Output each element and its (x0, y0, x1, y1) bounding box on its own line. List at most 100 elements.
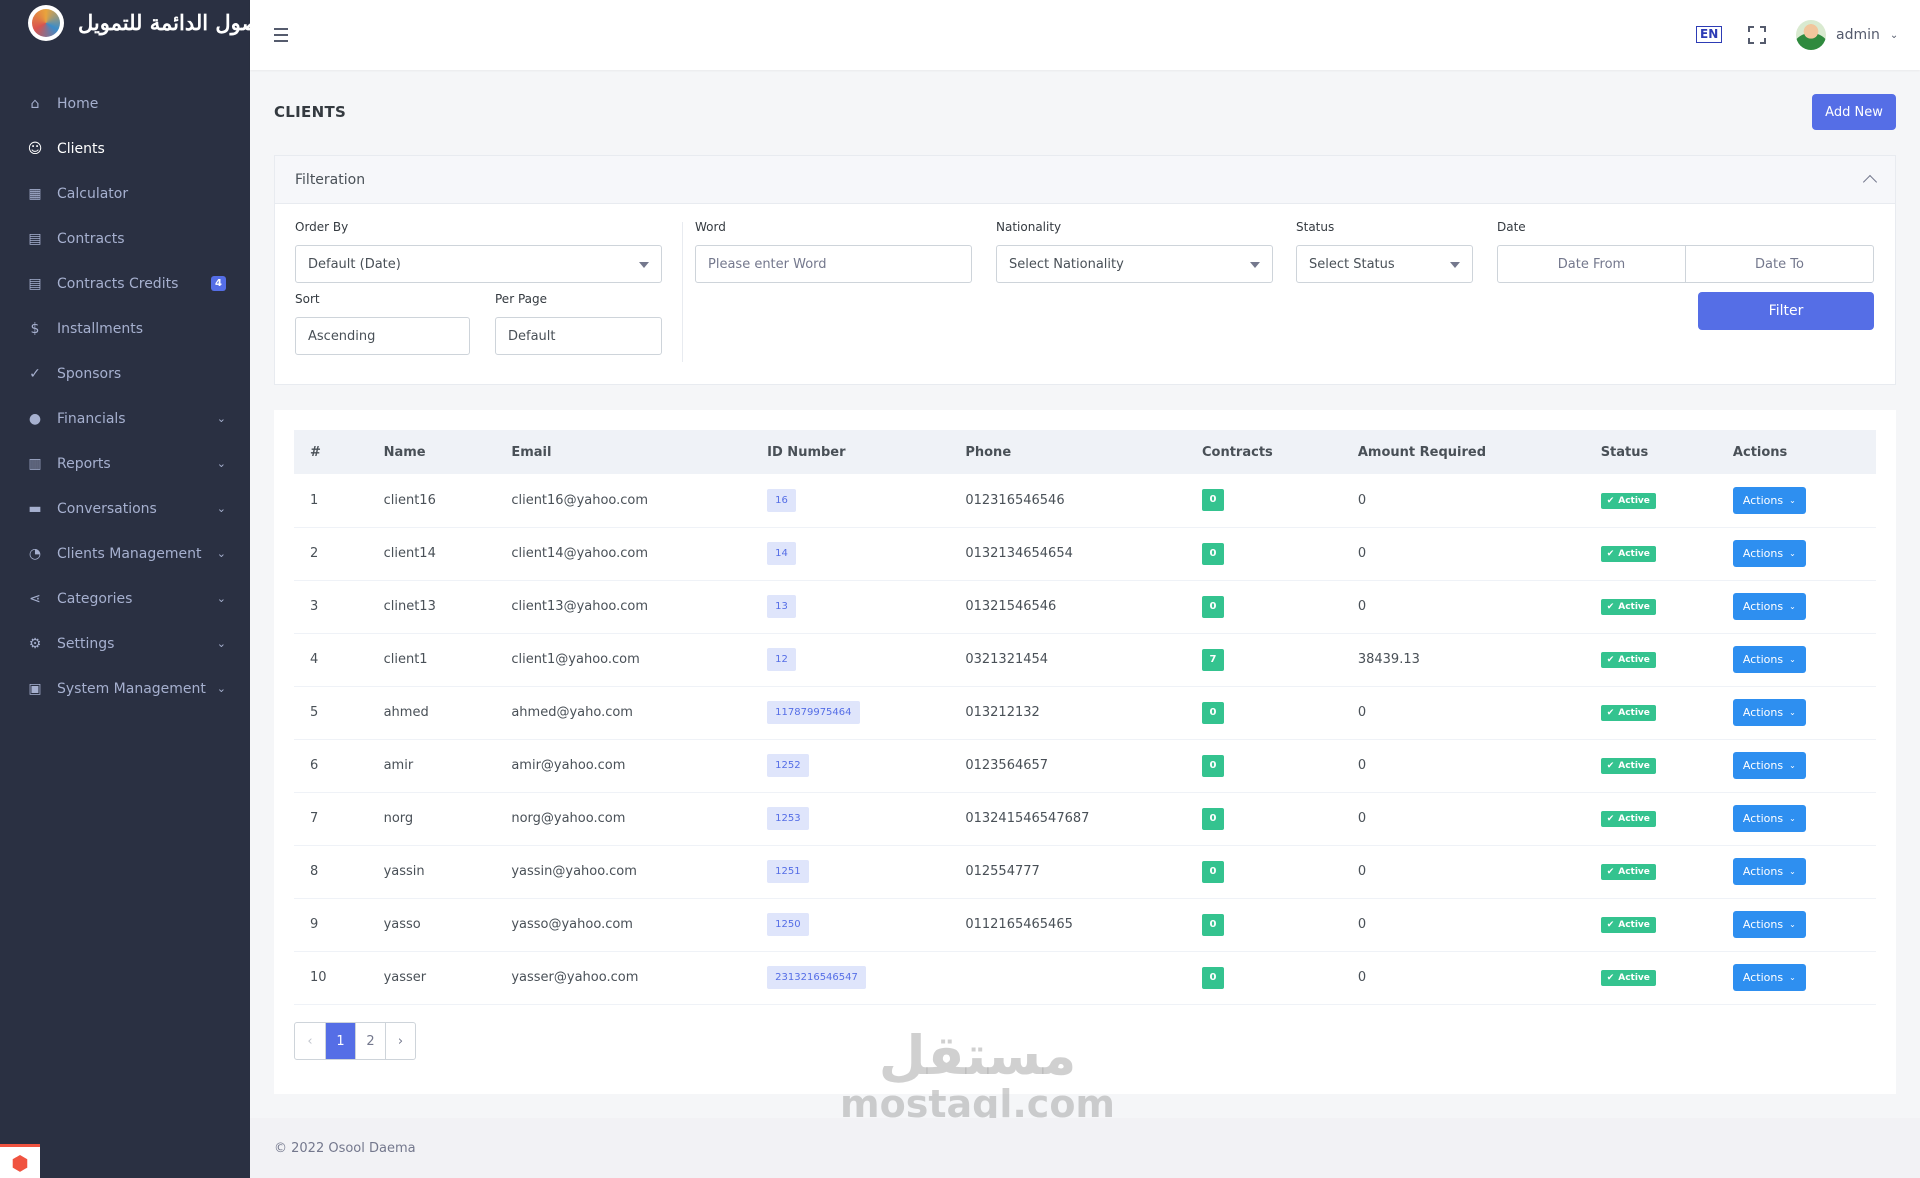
menu-toggle-icon[interactable] (268, 22, 294, 48)
pagination-prev-button[interactable]: ‹ (295, 1023, 325, 1059)
column-header: # (310, 444, 321, 460)
status-badge: ✔ Active (1600, 970, 1656, 986)
footer-text: © 2022 Osool Daema (274, 1140, 416, 1156)
actions-dropdown-button[interactable]: Actions ⌄ (1732, 699, 1806, 726)
actions-dropdown-button[interactable]: Actions ⌄ (1732, 911, 1806, 938)
sidebar-item-sponsors[interactable]: ✓ Sponsors (0, 351, 250, 396)
status-badge: ✔ Active (1600, 492, 1656, 509)
chevron-down-icon: ⌄ (216, 682, 226, 695)
clients-table-card: # Name Email ID Number Phone Contracts Amount … (274, 410, 1896, 1094)
pagination-page-button[interactable]: 1 (325, 1023, 355, 1059)
id-number-badge: 1252 (767, 754, 809, 777)
sidebar-item-contracts[interactable]: ▤ Contracts (0, 216, 250, 261)
sidebar-item-reports[interactable]: ▥ Reports ⌄ (0, 441, 250, 486)
sidebar-item-calculator[interactable]: ▦ Calculator (0, 171, 250, 216)
contracts-count-badge: 0 (1201, 754, 1224, 777)
chevron-up-icon[interactable] (1862, 174, 1878, 190)
status-value: Select Status (1309, 256, 1395, 272)
actions-dropdown-button[interactable]: Actions ⌄ (1732, 540, 1806, 567)
sidebar-item-categories[interactable]: ⋖ Categories ⌄ (0, 576, 250, 621)
actions-cell: Actions ⌄ (1717, 686, 1876, 739)
brand[interactable]: الاصول الدائمة للتمويل (0, 0, 277, 45)
sidebar-item-label: Conversations (57, 500, 157, 517)
sidebar-nav: ⌂ Home ☺ Clients ▦ Calculator ▤ Contracts ▤ Contr… (0, 81, 250, 711)
client-name: amir (383, 758, 414, 773)
sidebar-item-contracts-credits[interactable]: ▤ Contracts Credits 4 (0, 261, 250, 306)
filter-header[interactable]: Filteration (275, 156, 1895, 204)
status-text: Active (1618, 655, 1650, 665)
double-check-icon: ✔ (1606, 495, 1615, 506)
language-switcher[interactable]: EN (1696, 26, 1723, 43)
column-header: Email (511, 444, 552, 460)
status-label: Status (1296, 220, 1335, 234)
sidebar-item-settings[interactable]: ⚙ Settings ⌄ (0, 621, 250, 666)
actions-dropdown-button[interactable]: Actions ⌄ (1732, 646, 1806, 673)
id-number-badge: 16 (767, 488, 796, 512)
fullscreen-icon[interactable] (1748, 26, 1766, 44)
word-input[interactable]: Please enter Word (695, 245, 972, 283)
status-select[interactable]: Select Status (1296, 245, 1473, 283)
page-title: CLIENTS (274, 103, 347, 121)
date-to-input[interactable]: Date To (1685, 246, 1873, 282)
actions-dropdown-button[interactable]: Actions ⌄ (1732, 752, 1806, 779)
sidebar-item-clients-management[interactable]: ◔ Clients Management ⌄ (0, 531, 250, 576)
client-name: norg (383, 811, 414, 826)
sidebar-item-clients[interactable]: ☺ Clients (0, 126, 250, 171)
filter-card: Filteration Order By Default (Date) Sort… (274, 155, 1896, 385)
chevron-down-icon: ⌄ (1889, 29, 1899, 41)
filter-button[interactable]: Filter (1698, 292, 1874, 330)
actions-cell: Actions ⌄ (1717, 580, 1876, 633)
actions-dropdown-button[interactable]: Actions ⌄ (1732, 858, 1806, 885)
contracts-cell: 0 (1186, 951, 1342, 1004)
actions-cell: Actions ⌄ (1717, 951, 1876, 1004)
chevron-down-icon: ⌄ (216, 592, 226, 605)
contracts-count-badge: 0 (1201, 701, 1224, 724)
sidebar-item-home[interactable]: ⌂ Home (0, 81, 250, 126)
sidebar-item-label: Clients (57, 140, 105, 157)
actions-dropdown-button[interactable]: Actions ⌄ (1732, 593, 1806, 620)
pagination-page-button[interactable]: 2 (355, 1023, 385, 1059)
pagination: ‹ 1 2 › (294, 1022, 416, 1060)
amount-required: 0 (1357, 811, 1367, 826)
actions-dropdown-button[interactable]: Actions ⌄ (1732, 486, 1806, 514)
contracts-count-badge: 0 (1201, 807, 1224, 830)
laravel-debugbar-icon[interactable]: ⬢ (0, 1144, 40, 1178)
document-icon: ▤ (28, 275, 42, 292)
word-label: Word (695, 220, 726, 234)
user-menu[interactable]: admin ⌄ (1796, 20, 1898, 50)
row-number: 10 (310, 970, 327, 985)
sidebar-item-financials[interactable]: ● Financials ⌄ (0, 396, 250, 441)
sidebar-item-label: Settings (57, 635, 115, 652)
sidebar-item-installments[interactable]: $ Installments (0, 306, 250, 351)
pagination-next-button[interactable]: › (385, 1023, 415, 1059)
actions-dropdown-button[interactable]: Actions ⌄ (1732, 805, 1806, 832)
sort-input[interactable]: Ascending (295, 317, 470, 355)
actions-dropdown-button[interactable]: Actions ⌄ (1732, 964, 1806, 991)
amount-required: 0 (1357, 705, 1367, 720)
sidebar-item-label: System Management (57, 680, 206, 697)
status-cell: ✔ Active (1585, 898, 1717, 951)
chevron-down-icon: ⌄ (1789, 708, 1796, 717)
nationality-select[interactable]: Select Nationality (996, 245, 1273, 283)
order-by-select[interactable]: Default (Date) (295, 245, 662, 283)
client-name: ahmed (383, 705, 429, 720)
sidebar-item-conversations[interactable]: ▬ Conversations ⌄ (0, 486, 250, 531)
actions-label: Actions (1742, 865, 1784, 878)
add-new-button[interactable]: Add New (1812, 94, 1896, 130)
user-check-icon: ✓ (29, 365, 41, 382)
sidebar-item-system-management[interactable]: ▣ System Management ⌄ (0, 666, 250, 711)
table-row: 3 clinet13 client13@yahoo.com 13 01321546546… (294, 580, 1876, 633)
amount-required: 0 (1357, 546, 1367, 561)
table-row: 1 client16 client16@yahoo.com 16 01231654654… (294, 474, 1876, 527)
id-number-badge: 1250 (767, 913, 809, 936)
client-email: yasso@yahoo.com (511, 917, 633, 932)
date-from-input[interactable]: Date From (1498, 246, 1685, 282)
status-text: Active (1618, 549, 1650, 559)
per-page-input[interactable]: Default (495, 317, 662, 355)
row-number: 2 (310, 546, 319, 561)
order-by-value: Default (Date) (308, 256, 401, 272)
id-number-cell: 13 (751, 580, 949, 633)
actions-label: Actions (1742, 493, 1784, 507)
id-card-icon: ▣ (28, 680, 42, 697)
status-text: Active (1618, 973, 1650, 983)
